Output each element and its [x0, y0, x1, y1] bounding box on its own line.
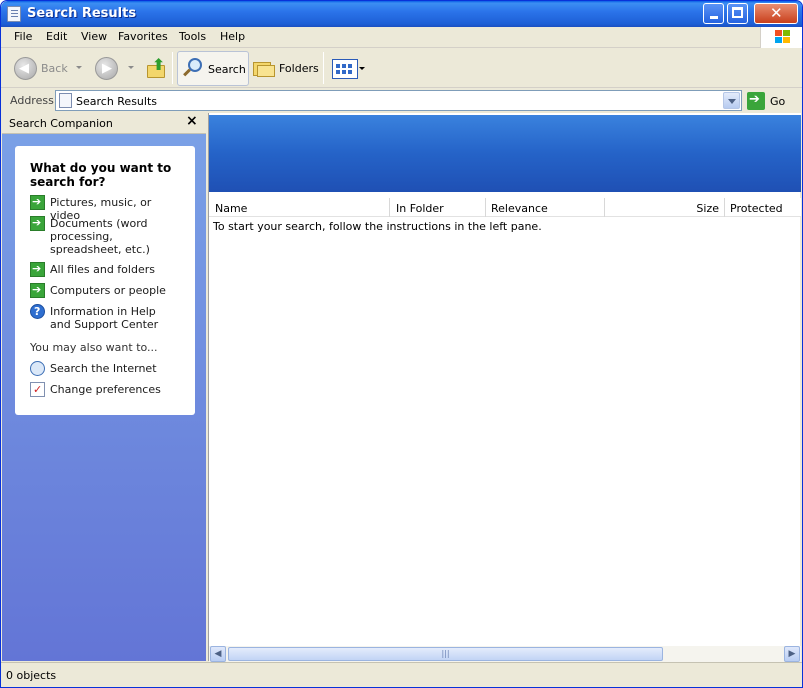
green-arrow-icon: [30, 262, 45, 277]
horizontal-scrollbar[interactable]: ◀ ||| ▶: [209, 646, 801, 662]
minimize-icon: [710, 16, 718, 19]
also-want-label: You may also want to...: [30, 341, 158, 354]
toolbar-separator: [323, 52, 324, 84]
magnifier-icon: [182, 57, 204, 79]
results-banner: [209, 113, 801, 192]
address-bar: Address Search Results Go: [1, 89, 802, 113]
address-label: Address: [10, 94, 54, 107]
green-arrow-icon: [30, 195, 45, 210]
menu-file[interactable]: File: [14, 30, 32, 43]
option-label: Change preferences: [50, 383, 161, 396]
go-arrow-icon[interactable]: [747, 92, 765, 110]
toolbar-separator: [172, 52, 173, 84]
menu-tools[interactable]: Tools: [179, 30, 206, 43]
search-companion-pane: Search Companion × What do you want to s…: [2, 113, 206, 661]
back-label: Back: [41, 62, 68, 75]
up-arrow-icon: ⬆: [152, 55, 166, 74]
minimize-button[interactable]: [703, 3, 724, 24]
folders-icon[interactable]: [253, 59, 275, 77]
search-companion-header: Search Companion ×: [2, 113, 206, 134]
folders-button[interactable]: Folders: [279, 62, 319, 75]
maximize-icon: [732, 7, 743, 18]
forward-dropdown-icon[interactable]: [128, 66, 134, 69]
search-options-panel: What do you want to search for? Pictures…: [15, 146, 195, 415]
column-in-folder[interactable]: In Folder: [390, 198, 486, 217]
scroll-left-button[interactable]: ◀: [210, 646, 226, 662]
back-button[interactable]: ◀: [14, 57, 37, 80]
help-icon: [30, 304, 45, 319]
views-button[interactable]: [332, 59, 358, 79]
option-label: Documents (word processing, spreadsheet,…: [50, 217, 150, 256]
search-question: What do you want to search for?: [30, 161, 172, 189]
address-value: Search Results: [76, 95, 158, 108]
search-companion-title: Search Companion: [9, 117, 113, 130]
menu-edit[interactable]: Edit: [46, 30, 67, 43]
views-dropdown-icon[interactable]: [359, 67, 365, 70]
column-name[interactable]: Name: [209, 198, 390, 217]
option-label: Information in Help and Support Center: [50, 305, 159, 331]
globe-search-icon: [30, 361, 45, 376]
title-bar[interactable]: Search Results ✕: [1, 1, 802, 27]
close-button[interactable]: ✕: [754, 3, 798, 24]
back-arrow-icon: ◀: [19, 61, 29, 76]
toolbar: ◀ Back ▶ ⬆ Search Folders: [1, 48, 802, 88]
menu-help[interactable]: Help: [220, 30, 245, 43]
option-label: All files and folders: [50, 263, 155, 276]
search-button[interactable]: Search: [177, 51, 249, 86]
status-bar: 0 objects: [1, 662, 802, 687]
maximize-button[interactable]: [727, 3, 748, 24]
forward-button[interactable]: ▶: [95, 57, 118, 80]
green-arrow-icon: [30, 216, 45, 231]
address-dropdown-button[interactable]: [723, 92, 740, 109]
menu-view[interactable]: View: [81, 30, 107, 43]
column-protected[interactable]: Protected: [725, 198, 801, 217]
forward-arrow-icon: ▶: [102, 61, 112, 76]
back-dropdown-icon[interactable]: [76, 66, 82, 69]
status-object-count: 0 objects: [6, 669, 57, 682]
scrollbar-thumb[interactable]: |||: [228, 647, 663, 661]
results-pane: Name In Folder Relevance Size Protected …: [208, 113, 801, 662]
search-label: Search: [208, 63, 246, 76]
address-field[interactable]: Search Results: [55, 90, 742, 111]
close-icon: ✕: [770, 4, 783, 22]
search-results-icon: [59, 93, 72, 108]
search-results-icon: [7, 6, 21, 22]
search-hint-text: To start your search, follow the instruc…: [213, 220, 542, 233]
option-label: Search the Internet: [50, 362, 157, 375]
preferences-icon: [30, 382, 45, 397]
column-size[interactable]: Size: [605, 198, 725, 217]
up-folder-button[interactable]: ⬆: [145, 55, 167, 79]
menu-favorites[interactable]: Favorites: [118, 30, 168, 43]
explorer-window: Search Results ✕ File Edit View Favorite…: [0, 0, 803, 688]
green-arrow-icon: [30, 283, 45, 298]
close-pane-icon[interactable]: ×: [186, 113, 198, 129]
column-relevance[interactable]: Relevance: [486, 198, 605, 217]
option-label: Computers or people: [50, 284, 166, 297]
column-header: Name In Folder Relevance Size Protected: [209, 198, 801, 217]
go-button[interactable]: Go: [770, 95, 785, 108]
window-title: Search Results: [27, 6, 137, 21]
windows-logo-icon: [760, 27, 802, 48]
menu-bar: File Edit View Favorites Tools Help: [1, 27, 802, 48]
scroll-right-button[interactable]: ▶: [784, 646, 800, 662]
